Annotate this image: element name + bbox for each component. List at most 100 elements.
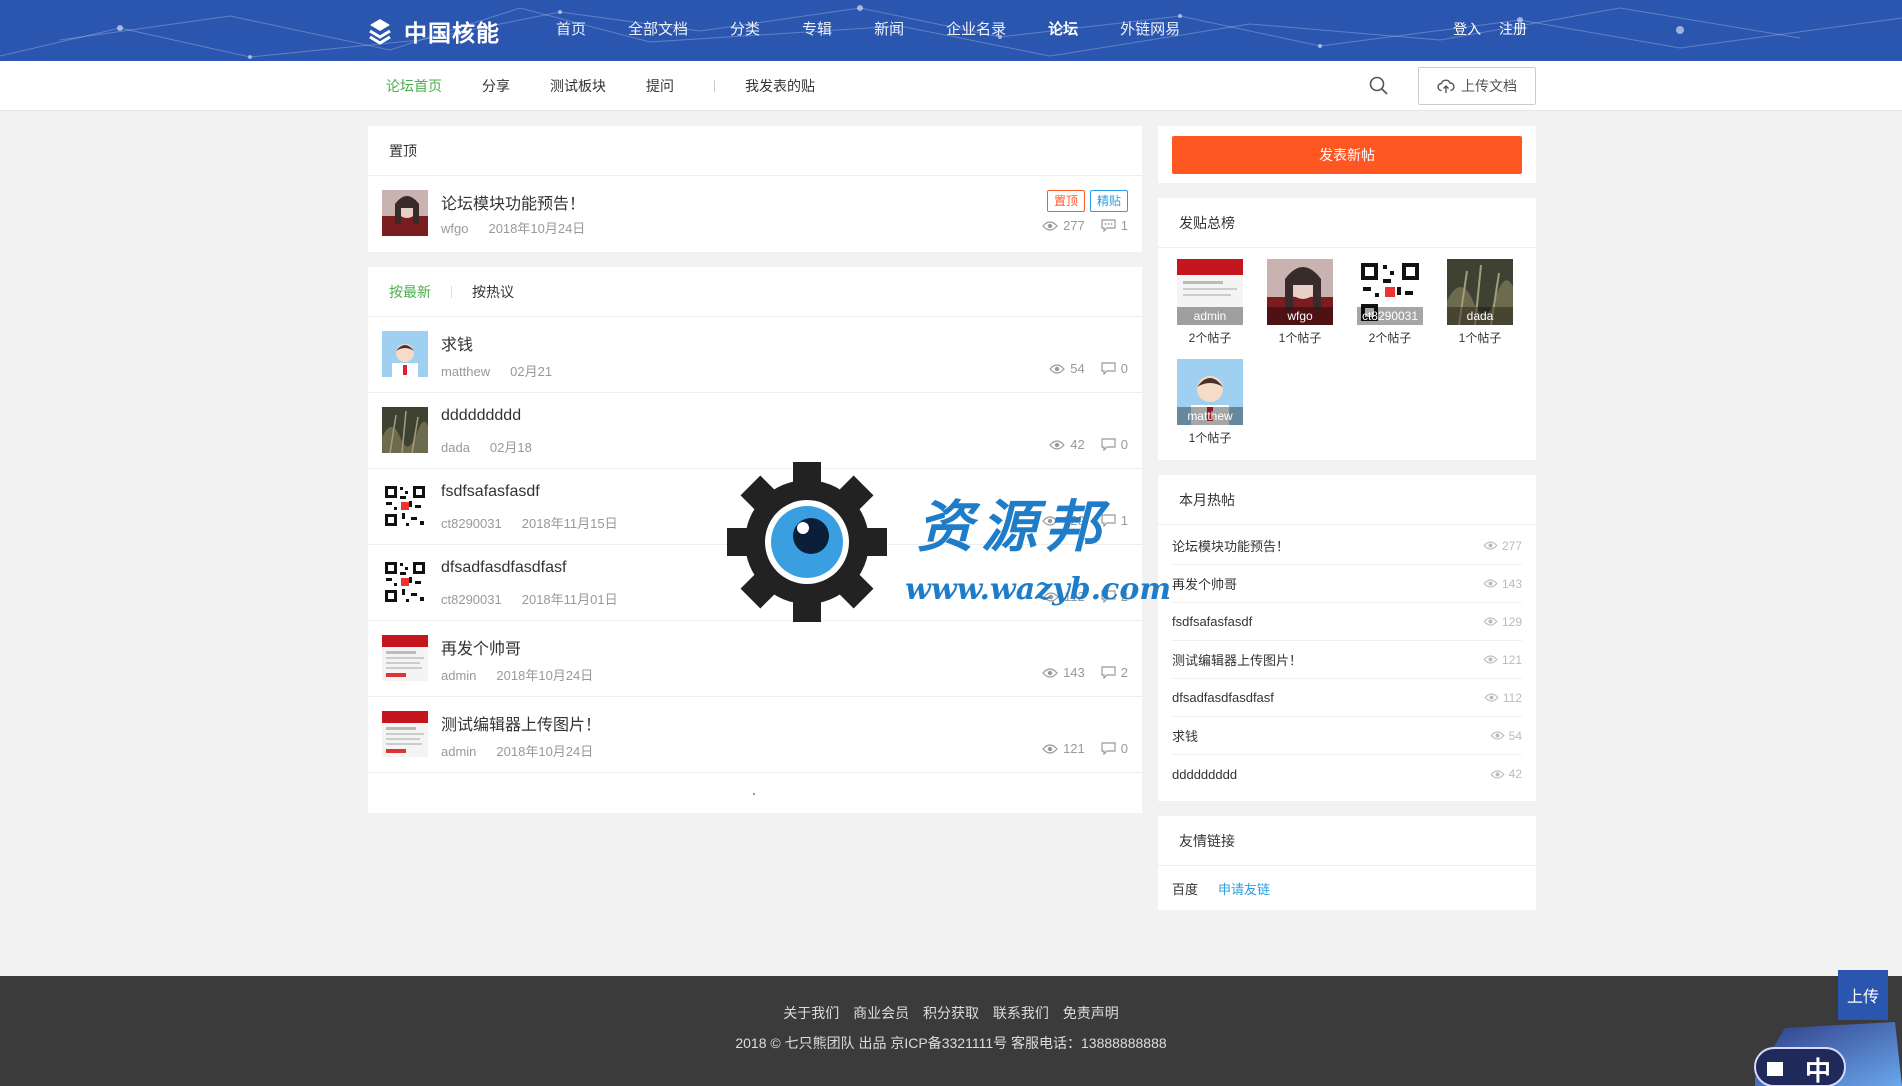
auth-links: 登入 注册 <box>1439 0 1527 61</box>
post-title[interactable]: 求钱 <box>441 331 473 355</box>
hot-post-item[interactable]: 论坛模块功能预告！ 277 <box>1172 527 1522 565</box>
hot-post-title[interactable]: 测试编辑器上传图片！ <box>1172 650 1302 669</box>
upload-document-label: 上传文档 <box>1461 78 1517 94</box>
list-item[interactable]: 测试编辑器上传图片！ admin 2018年10月24日 121 0 <box>368 697 1142 773</box>
post-author[interactable]: ct8290031 <box>441 516 502 531</box>
link-baidu[interactable]: 百度 <box>1172 879 1198 898</box>
view-count: 112 <box>1043 589 1085 604</box>
ranking-user[interactable]: wfgo 1个帖子 <box>1267 259 1333 346</box>
ime-indicator[interactable]: 中 <box>1745 1018 1902 1086</box>
ranking-user-name: ct8290031 <box>1357 307 1423 325</box>
hot-post-item[interactable]: ddddddddd 42 <box>1172 755 1522 793</box>
footer-link-disclaimer[interactable]: 免责声明 <box>1063 1005 1119 1021</box>
hot-post-item[interactable]: dfsadfasdfasdfasf 112 <box>1172 679 1522 717</box>
view-count: 121 <box>1483 653 1522 667</box>
hot-post-title[interactable]: 论坛模块功能预告！ <box>1172 536 1289 555</box>
subnav-test-board[interactable]: 测试板块 <box>550 76 606 96</box>
avatar[interactable]: ct8290031 <box>1357 259 1423 325</box>
post-author[interactable]: dada <box>441 440 470 455</box>
ranking-user[interactable]: dada 1个帖子 <box>1447 259 1513 346</box>
post-stats: 42 0 <box>1049 437 1128 452</box>
nav-companies[interactable]: 企业名录 <box>925 0 1027 61</box>
avatar[interactable] <box>382 331 428 377</box>
nav-all-docs[interactable]: 全部文档 <box>607 0 709 61</box>
tab-sort-latest[interactable]: 按最新 <box>389 267 431 317</box>
nav-external-links[interactable]: 外链网易 <box>1099 0 1201 61</box>
nav-categories[interactable]: 分类 <box>709 0 781 61</box>
post-title[interactable]: ddddddddd <box>441 407 521 425</box>
avatar[interactable] <box>382 483 428 529</box>
post-date: 2018年10月24日 <box>496 744 594 759</box>
post-title[interactable]: 测试编辑器上传图片！ <box>441 711 601 735</box>
post-author[interactable]: wfgo <box>441 221 468 236</box>
post-title[interactable]: dfsadfasdfasdfasf <box>441 559 566 577</box>
nav-home[interactable]: 首页 <box>535 0 607 61</box>
ranking-user[interactable]: matthew 1个帖子 <box>1177 359 1243 446</box>
list-item[interactable]: dfsadfasdfasdfasf ct8290031 2018年11月01日 1… <box>368 545 1142 621</box>
avatar[interactable]: dada <box>1447 259 1513 325</box>
avatar[interactable] <box>382 711 428 757</box>
new-post-button[interactable]: 发表新帖 <box>1172 136 1522 174</box>
apply-link-button[interactable]: 申请友链 <box>1218 879 1270 898</box>
hot-post-title[interactable]: 再发个帅哥 <box>1172 574 1237 593</box>
post-title[interactable]: 论坛模块功能预告！ <box>441 190 585 214</box>
register-link[interactable]: 注册 <box>1499 21 1527 37</box>
footer-link-membership[interactable]: 商业会员 <box>853 1005 909 1021</box>
view-count: 143 <box>1483 577 1522 591</box>
eye-icon <box>1490 769 1505 779</box>
hot-post-title[interactable]: 求钱 <box>1172 726 1198 745</box>
search-icon[interactable] <box>1367 74 1391 98</box>
avatar[interactable] <box>382 190 428 236</box>
avatar[interactable] <box>382 407 428 453</box>
post-title[interactable]: fsdfsafasfasdf <box>441 483 540 501</box>
hot-post-item[interactable]: 求钱 54 <box>1172 717 1522 755</box>
hot-post-item[interactable]: 再发个帅哥 143 <box>1172 565 1522 603</box>
subnav-divider <box>714 80 715 92</box>
ranking-user[interactable]: ct8290031 2个帖子 <box>1357 259 1423 346</box>
pinned-post-row[interactable]: 论坛模块功能预告！ wfgo 2018年10月24日 置顶 精贴 277 1 <box>368 176 1142 252</box>
view-count: 143 <box>1042 665 1085 680</box>
subnav-questions[interactable]: 提问 <box>646 76 674 96</box>
view-count: 42 <box>1049 437 1085 452</box>
nav-news[interactable]: 新闻 <box>853 0 925 61</box>
forum-subnav: 论坛首页 分享 测试板块 提问 我发表的贴 <box>386 61 855 111</box>
avatar[interactable]: admin <box>1177 259 1243 325</box>
nav-forum[interactable]: 论坛 <box>1027 0 1099 61</box>
nav-albums[interactable]: 专辑 <box>781 0 853 61</box>
avatar[interactable]: matthew <box>1177 359 1243 425</box>
hot-post-title[interactable]: dfsadfasdfasdfasf <box>1172 690 1274 705</box>
pagination[interactable] <box>753 793 755 795</box>
footer-link-points[interactable]: 积分获取 <box>923 1005 979 1021</box>
hot-post-item[interactable]: 测试编辑器上传图片！ 121 <box>1172 641 1522 679</box>
list-item[interactable]: 再发个帅哥 admin 2018年10月24日 143 2 <box>368 621 1142 697</box>
post-stats: 54 0 <box>1049 361 1128 376</box>
avatar[interactable]: wfgo <box>1267 259 1333 325</box>
post-meta: admin 2018年10月24日 <box>441 665 593 684</box>
hot-post-title[interactable]: fsdfsafasfasdf <box>1172 614 1252 629</box>
hot-post-title[interactable]: ddddddddd <box>1172 767 1237 782</box>
avatar[interactable] <box>382 635 428 681</box>
site-logo[interactable]: 中国核能 <box>366 14 500 48</box>
post-author[interactable]: admin <box>441 668 476 683</box>
list-item[interactable]: fsdfsafasfasdf ct8290031 2018年11月15日 129 … <box>368 469 1142 545</box>
hot-post-item[interactable]: fsdfsafasfasdf 129 <box>1172 603 1522 641</box>
post-title[interactable]: 再发个帅哥 <box>441 635 521 659</box>
tab-sort-hot[interactable]: 按热议 <box>472 267 514 317</box>
upload-document-button[interactable]: 上传文档 <box>1418 67 1536 105</box>
footer-link-contact[interactable]: 联系我们 <box>993 1005 1049 1021</box>
floating-upload-button[interactable]: 上传 <box>1838 970 1888 1020</box>
login-link[interactable]: 登入 <box>1453 21 1481 37</box>
list-item[interactable]: 求钱 matthew 02月21 54 0 <box>368 317 1142 393</box>
subnav-my-posts[interactable]: 我发表的贴 <box>745 76 815 96</box>
list-item[interactable]: ddddddddd dada 02月18 42 0 <box>368 393 1142 469</box>
avatar[interactable] <box>382 559 428 605</box>
comment-icon <box>1101 219 1116 232</box>
ranking-user[interactable]: admin 2个帖子 <box>1177 259 1243 346</box>
post-author[interactable]: ct8290031 <box>441 592 502 607</box>
footer-link-about[interactable]: 关于我们 <box>783 1005 839 1021</box>
post-author[interactable]: matthew <box>441 364 490 379</box>
subnav-forum-home[interactable]: 论坛首页 <box>386 76 442 96</box>
subnav-share[interactable]: 分享 <box>482 76 510 96</box>
post-date: 2018年10月24日 <box>488 221 586 236</box>
post-author[interactable]: admin <box>441 744 476 759</box>
